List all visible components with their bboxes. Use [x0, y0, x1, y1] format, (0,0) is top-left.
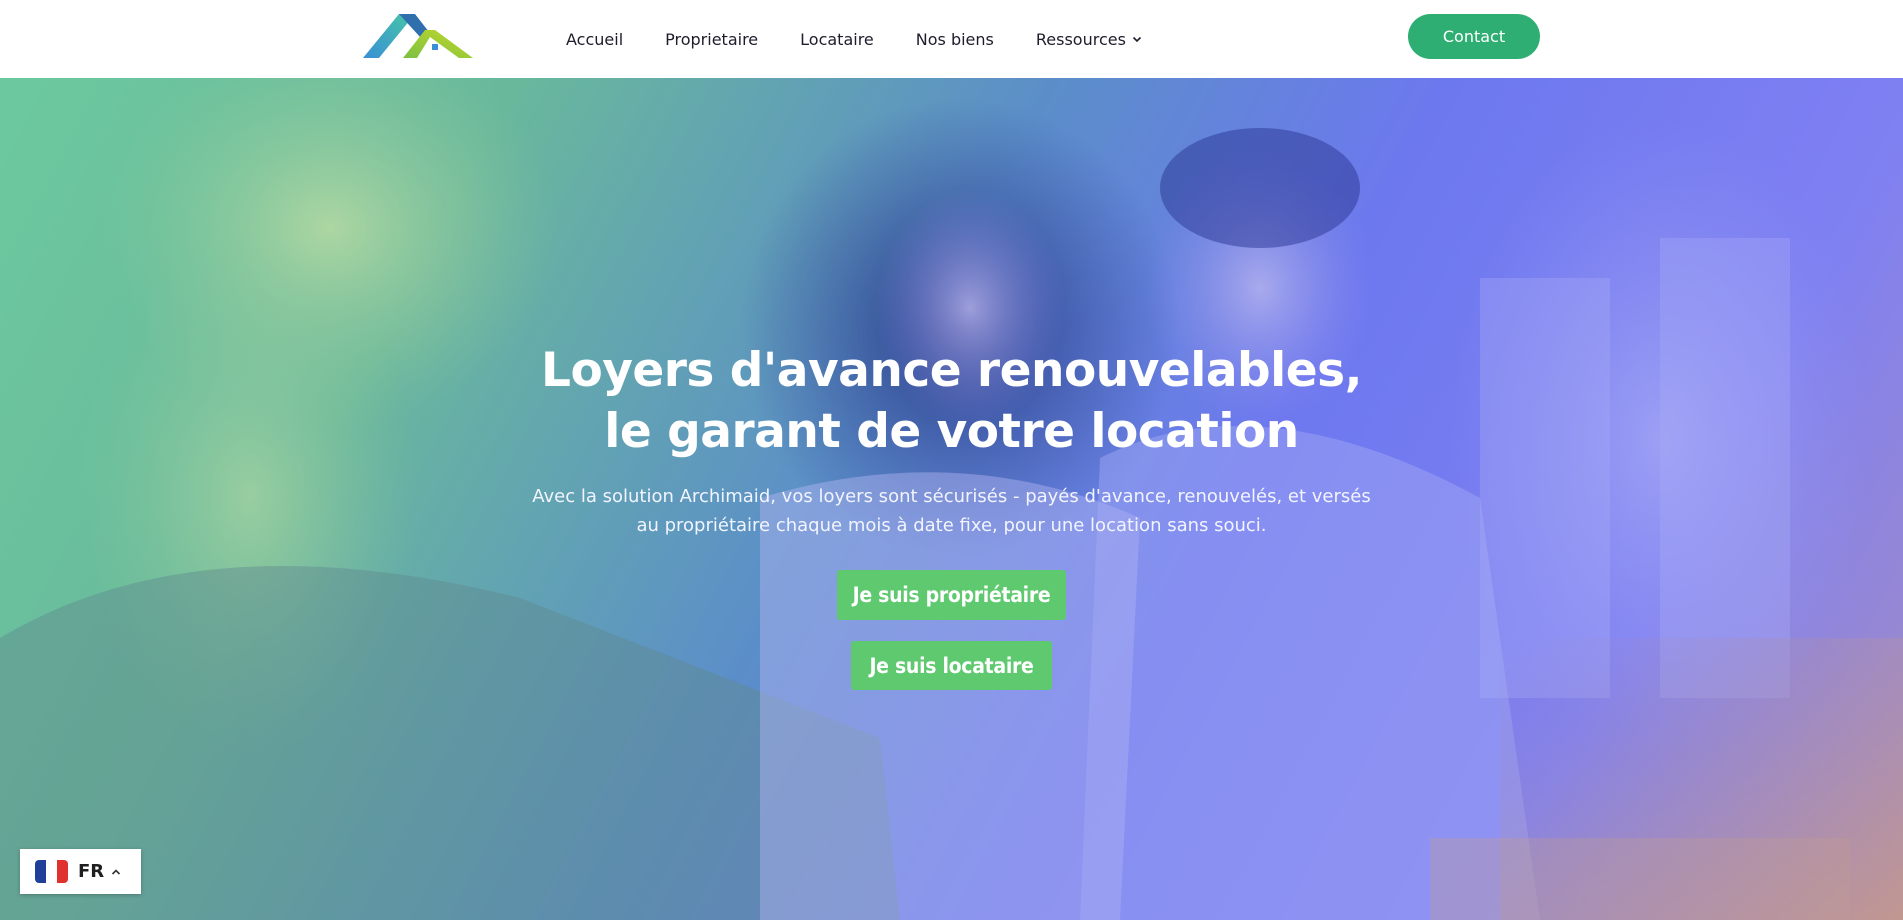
tenant-cta-button[interactable]: Je suis locataire — [851, 641, 1052, 690]
hero-section: Loyers d'avance renouvelables, le garant… — [0, 78, 1903, 920]
chevron-down-icon — [1132, 36, 1141, 43]
contact-button[interactable]: Contact — [1408, 14, 1540, 59]
brand-logo[interactable] — [363, 12, 473, 62]
hero-title-line2: le garant de votre location — [604, 404, 1299, 459]
language-code: FR — [78, 861, 105, 882]
hero-title-line1: Loyers d'avance renouvelables, — [541, 343, 1363, 398]
logo-icon — [363, 14, 473, 58]
language-switcher[interactable]: FR — [20, 849, 141, 894]
site-header: Accueil Proprietaire Locataire Nos biens… — [0, 0, 1903, 78]
nav-item-nos-biens[interactable]: Nos biens — [916, 30, 994, 49]
hero-subtitle: Avec la solution Archimaid, vos loyers s… — [532, 486, 1371, 536]
hero-title: Loyers d'avance renouvelables, le garant… — [0, 340, 1903, 462]
nav-item-label: Nos biens — [915, 29, 994, 49]
nav-item-ressources[interactable]: Ressources — [1036, 30, 1143, 49]
owner-cta-button[interactable]: Je suis propriétaire — [837, 570, 1066, 620]
nav-item-label: Proprietaire — [665, 29, 759, 49]
nav-item-label: Locataire — [800, 29, 874, 49]
chevron-up-icon — [112, 868, 121, 875]
hero-content: Loyers d'avance renouvelables, le garant… — [0, 340, 1903, 690]
nav-item-label: Ressources — [1035, 29, 1126, 49]
nav-item-locataire[interactable]: Locataire — [800, 30, 874, 49]
france-flag-icon — [35, 860, 68, 883]
nav-item-label: Accueil — [566, 29, 624, 49]
main-nav: Accueil Proprietaire Locataire Nos biens… — [545, 0, 1164, 78]
nav-item-proprietaire[interactable]: Proprietaire — [665, 30, 758, 49]
nav-item-accueil[interactable]: Accueil — [566, 30, 623, 49]
